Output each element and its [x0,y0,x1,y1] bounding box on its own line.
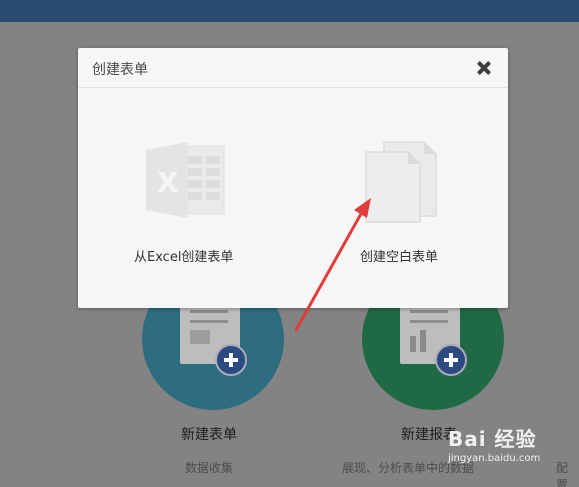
add-report-icon [435,344,467,376]
excel-file-icon: X [146,142,225,218]
create-from-excel-option[interactable]: X 从Excel创建表单 [118,136,258,276]
blank-document-icon [365,141,437,223]
svg-text:X: X [157,166,179,199]
dialog-header: 创建表单 [78,48,508,88]
create-blank-form-option[interactable]: 创建空白表单 [338,136,478,276]
config-subtitle: 配置 [556,461,569,487]
create-form-dialog: 创建表单 X 从Excel创建表单 创建空白表单 [78,48,508,308]
new-form-subtitle: 数据收集 [185,461,234,475]
baidu-jingyan-watermark: Bai 经验 jingyan.baidu.com [448,423,540,464]
add-form-icon [215,344,247,376]
close-icon[interactable] [472,56,496,80]
watermark-brand: Bai 经验 [448,427,537,451]
create-from-excel-label[interactable]: 从Excel创建表单 [134,246,233,265]
top-header-bar [0,0,579,22]
create-blank-form-label[interactable]: 创建空白表单 [360,246,438,265]
new-form-title[interactable]: 新建表单 [181,424,237,444]
watermark-url: jingyan.baidu.com [448,453,541,464]
dialog-title: 创建表单 [92,62,148,78]
